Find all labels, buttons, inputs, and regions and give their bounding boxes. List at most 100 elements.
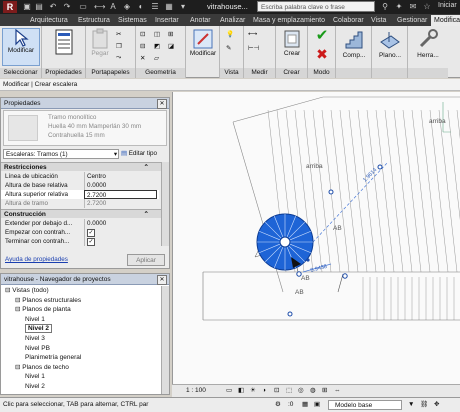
- select-links-icon[interactable]: ⛓: [420, 398, 428, 412]
- sun-path-icon[interactable]: ☀: [250, 385, 256, 397]
- join-icon[interactable]: ⊞: [168, 30, 173, 38]
- crear-button[interactable]: Crear: [278, 28, 306, 57]
- prop-value[interactable]: 0.0000: [84, 219, 157, 228]
- browser-item[interactable]: Nivel 1: [25, 372, 45, 382]
- instance-filter-select[interactable]: Escaleras: Tramos (1) ▾: [3, 149, 119, 159]
- paint-icon[interactable]: ◪: [168, 42, 174, 50]
- analytical-icon[interactable]: ⊞: [322, 385, 327, 397]
- type-selector[interactable]: Tramo monolítico Huella 40 mm Mamperlán …: [3, 110, 167, 146]
- crop-view-icon[interactable]: ⊡: [274, 385, 279, 397]
- section-construccion[interactable]: Construcción ⌃: [1, 209, 161, 218]
- prop-value-input[interactable]: 2.7200: [84, 190, 157, 199]
- favorites-icon[interactable]: ☆: [422, 2, 432, 12]
- hide-icon[interactable]: 💡: [226, 30, 234, 38]
- properties-scrollbar[interactable]: [161, 162, 169, 246]
- reveal-hidden-icon[interactable]: ◍: [310, 385, 316, 397]
- checkbox-checked-icon[interactable]: ✓: [87, 238, 95, 246]
- tab-anotar[interactable]: Anotar: [190, 15, 211, 26]
- search-icon[interactable]: ⚲: [380, 2, 390, 12]
- browser-item[interactable]: Nivel PB: [25, 344, 50, 354]
- plano-button[interactable]: Plano...: [374, 28, 406, 59]
- close-icon[interactable]: ✕: [157, 275, 167, 285]
- finish-check-icon[interactable]: ✔: [314, 28, 330, 44]
- design-options-icon[interactable]: ▦: [302, 398, 308, 412]
- prop-value[interactable]: Centro: [84, 172, 157, 181]
- tab-sistemas[interactable]: Sistemas: [118, 15, 147, 26]
- section-restricciones[interactable]: Restricciones ⌃: [1, 162, 161, 171]
- tab-arquitectura[interactable]: Arquitectura: [30, 15, 68, 26]
- tab-gestionar[interactable]: Gestionar: [397, 15, 427, 26]
- herramientas-button[interactable]: Herra...: [410, 28, 446, 59]
- switch-windows-icon[interactable]: ▾: [178, 2, 188, 12]
- tab-analizar[interactable]: Analizar: [220, 15, 245, 26]
- wall-joins-icon[interactable]: ⊟: [140, 42, 145, 50]
- profile-icon[interactable]: ▱: [154, 54, 159, 62]
- redo-icon[interactable]: ↷: [62, 2, 72, 12]
- undo-icon[interactable]: ↶: [48, 2, 58, 12]
- prop-value[interactable]: 0.0000: [84, 181, 157, 190]
- filter-icon[interactable]: ▼: [408, 398, 414, 412]
- highlight-displacement-icon[interactable]: ⇔: [334, 385, 341, 397]
- drag-elements-icon[interactable]: ✥: [434, 398, 439, 412]
- editable-only-icon[interactable]: ▣: [314, 398, 320, 412]
- communication-icon[interactable]: ✉: [408, 2, 418, 12]
- copy-icon[interactable]: ❐: [116, 42, 122, 50]
- subscription-icon[interactable]: ✦: [394, 2, 404, 12]
- drawing-canvas[interactable]: arriba arriba AB AB AB 1.9614 0.9438: [172, 92, 460, 384]
- browser-item[interactable]: ⊟ Planos estructurales: [15, 296, 81, 306]
- tab-modificar[interactable]: Modificar: [431, 15, 460, 26]
- open-icon[interactable]: ▣: [22, 2, 32, 12]
- override-icon[interactable]: ✎: [226, 44, 231, 52]
- sign-in-label[interactable]: Iniciar: [438, 2, 457, 9]
- print-icon[interactable]: ▭: [78, 2, 88, 12]
- dimension-text-2[interactable]: 0.9438: [310, 264, 328, 274]
- cancel-x-icon[interactable]: ✖: [314, 46, 330, 62]
- demolish-icon[interactable]: ✕: [140, 54, 145, 62]
- properties-button[interactable]: [48, 28, 80, 58]
- detail-level-icon[interactable]: ▭: [226, 385, 232, 397]
- worksharing-icon[interactable]: ⚙: [275, 398, 281, 412]
- browser-item[interactable]: Planimetría general: [25, 353, 81, 363]
- browser-item[interactable]: Nivel 1: [25, 315, 45, 325]
- edit-type-button[interactable]: ▤ Editar tipo: [121, 149, 167, 159]
- tab-vista[interactable]: Vista: [371, 15, 386, 26]
- measure-icon[interactable]: ⟷: [94, 2, 105, 12]
- match-icon[interactable]: ⤳: [116, 54, 121, 62]
- modificar-button[interactable]: Modificar: [2, 28, 40, 66]
- text-icon[interactable]: A: [108, 2, 118, 12]
- cut-icon[interactable]: ✂: [116, 30, 121, 38]
- browser-item[interactable]: ⊟ Planos de techo: [15, 363, 69, 373]
- save-icon[interactable]: ▤: [34, 2, 44, 12]
- close-hidden-icon[interactable]: ▦: [164, 2, 174, 12]
- browser-scrollbar[interactable]: [161, 286, 169, 394]
- app-menu-button[interactable]: R: [3, 1, 17, 13]
- view-scale[interactable]: 1 : 100: [186, 385, 206, 397]
- pegar-button[interactable]: Pegar: [88, 28, 112, 57]
- show-crop-icon[interactable]: ⬚: [286, 385, 292, 397]
- aligned-dimension-icon[interactable]: ⊢⊣: [248, 44, 259, 52]
- tab-masa[interactable]: Masa y emplazamiento: [253, 15, 325, 26]
- split-face-icon[interactable]: ◩: [154, 42, 160, 50]
- checkbox-checked-icon[interactable]: ✓: [87, 229, 95, 237]
- close-icon[interactable]: ✕: [157, 99, 167, 109]
- cope-icon[interactable]: ⊡: [140, 30, 145, 38]
- search-input[interactable]: Escriba palabra clave o frase: [257, 1, 375, 12]
- tab-insertar[interactable]: Insertar: [155, 15, 179, 26]
- thin-lines-icon[interactable]: ☰: [150, 2, 160, 12]
- browser-item[interactable]: ⊟ Vistas (todo): [5, 286, 49, 296]
- 3d-view-icon[interactable]: ◈: [122, 2, 132, 12]
- browser-item[interactable]: ⊟ Planos de planta: [15, 305, 71, 315]
- help-link[interactable]: Ayuda de propiedades: [5, 256, 68, 263]
- modificar-tools-button[interactable]: Modificar: [188, 28, 218, 57]
- temp-hide-icon[interactable]: ◎: [298, 385, 304, 397]
- visual-style-icon[interactable]: ◧: [238, 385, 244, 397]
- model-select[interactable]: Modelo base: [328, 400, 402, 410]
- tab-estructura[interactable]: Estructura: [78, 15, 110, 26]
- tab-colaborar[interactable]: Colaborar: [333, 15, 364, 26]
- apply-button[interactable]: Aplicar: [127, 254, 165, 266]
- cut-geometry-icon[interactable]: ◫: [154, 30, 160, 38]
- browser-item[interactable]: Nivel 2: [25, 324, 52, 334]
- measure-between-icon[interactable]: ⟷: [248, 30, 257, 38]
- section-icon[interactable]: ◐: [136, 2, 146, 12]
- browser-item[interactable]: Nivel 2: [25, 382, 45, 392]
